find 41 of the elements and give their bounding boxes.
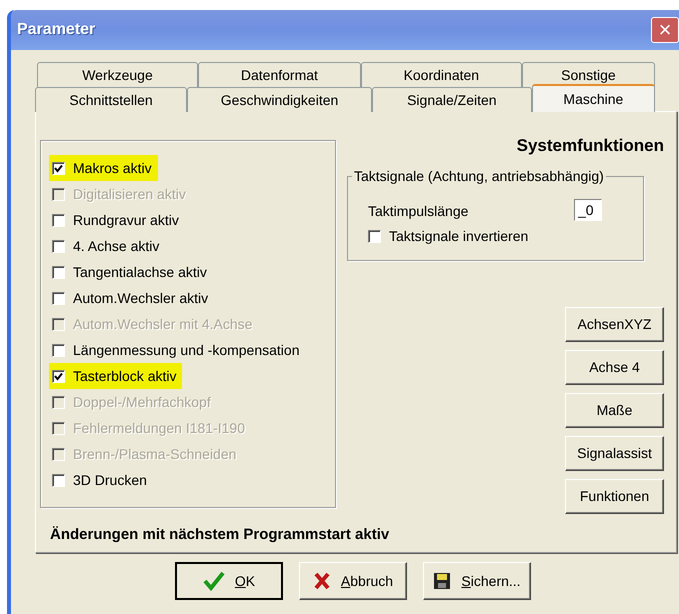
tab[interactable]: Geschwindigkeiten: [187, 87, 372, 112]
checkbox[interactable]: [52, 370, 65, 382]
checkbox-option[interactable]: Längenmessung und -kompensation: [49, 337, 306, 363]
checkbox[interactable]: [368, 230, 381, 243]
pulse-length-label: Taktimpulslänge: [368, 202, 468, 221]
checkbox-option[interactable]: Tangentialachse aktiv: [49, 259, 213, 285]
checkbox[interactable]: [52, 240, 65, 252]
window-title: Parameter: [17, 20, 96, 40]
side-button[interactable]: AchsenXYZ: [565, 307, 664, 342]
close-button[interactable]: ×: [651, 17, 679, 43]
tab[interactable]: Schnittstellen: [35, 87, 188, 112]
side-button[interactable]: Achse 4: [565, 350, 664, 385]
checkbox[interactable]: [52, 474, 65, 486]
tab[interactable]: Koordinaten: [360, 62, 522, 87]
checkbox-option[interactable]: Autom.Wechsler aktiv: [49, 285, 214, 311]
checkbox-option[interactable]: Taktsignale invertieren: [368, 226, 528, 247]
restart-note: Änderungen mit nächstem Programmstart aktiv: [50, 525, 390, 545]
dialog-button[interactable]: Sichern...: [423, 562, 531, 600]
checkbox[interactable]: [52, 214, 65, 226]
tab[interactable]: Signale/Zeiten: [372, 87, 532, 112]
side-button[interactable]: Maße: [565, 393, 664, 428]
checkbox-option[interactable]: Rundgravur aktiv: [49, 207, 185, 233]
checkbox[interactable]: [52, 292, 65, 304]
section-heading: Systemfunktionen: [516, 135, 664, 157]
checkbox-option[interactable]: 4. Achse aktiv: [49, 233, 166, 259]
tab[interactable]: Werkzeuge: [37, 62, 198, 87]
checkbox-option[interactable]: Tasterblock aktiv: [49, 363, 182, 389]
checkmark-icon: [202, 571, 225, 591]
dialog-button[interactable]: Abbruch: [299, 562, 407, 600]
checkbox-option[interactable]: Makros aktiv: [49, 155, 158, 181]
checkbox[interactable]: [52, 266, 65, 278]
dialog-button[interactable]: OK: [175, 562, 283, 600]
side-button[interactable]: Funktionen: [565, 479, 664, 514]
pulse-length-field[interactable]: _0: [574, 199, 602, 221]
checkbox-option[interactable]: 3D Drucken: [49, 467, 153, 493]
checkbox[interactable]: [52, 344, 65, 356]
tab[interactable]: Maschine: [532, 84, 655, 112]
side-button[interactable]: Signalassist: [565, 436, 664, 471]
checkbox[interactable]: [52, 162, 65, 174]
cross-icon: [312, 571, 331, 591]
tab[interactable]: Datenformat: [198, 62, 361, 87]
